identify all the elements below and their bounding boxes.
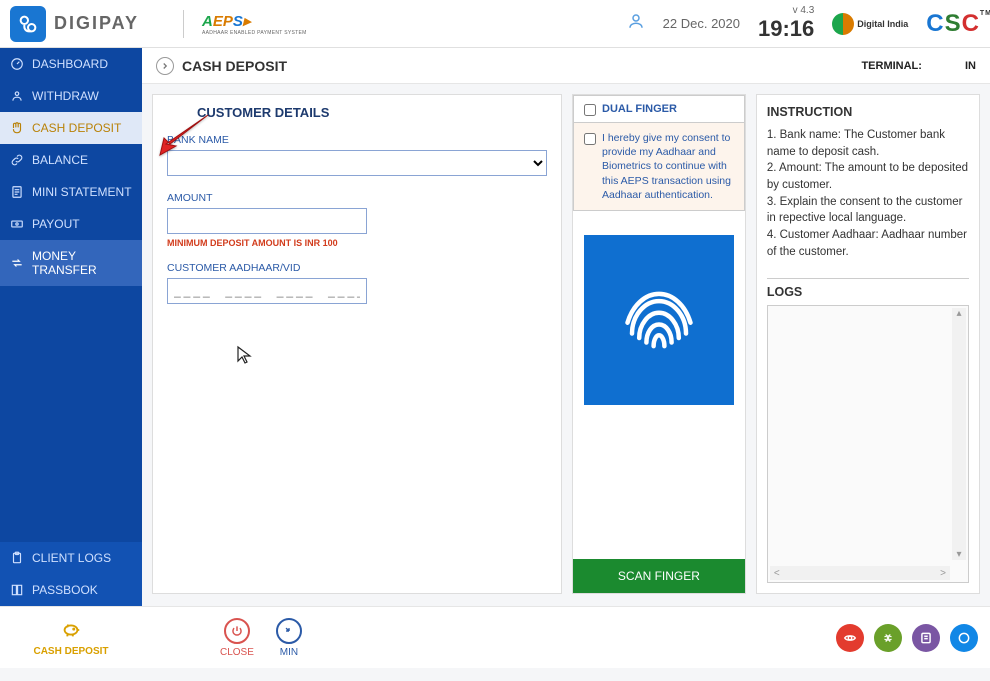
sidebar-item-payout[interactable]: PAYOUT [0, 208, 142, 240]
sidebar-label: PASSBOOK [32, 583, 98, 597]
sidebar-label: WITHDRAW [32, 89, 99, 103]
sidebar-label: MINI STATEMENT [32, 185, 132, 199]
fingerprint-icon [584, 235, 734, 405]
fingerprint-panel: DUAL FINGER I hereby give my consent to … [572, 94, 746, 594]
instruction-body: 1. Bank name: The Customer bank name to … [767, 127, 969, 260]
status-dot-green[interactable] [874, 624, 902, 652]
status-dot-purple[interactable] [912, 624, 940, 652]
link-icon [10, 153, 24, 167]
digital-india-logo: Digital India [832, 13, 908, 35]
sidebar-item-mini-statement[interactable]: MINI STATEMENT [0, 176, 142, 208]
brand-text: DIGIPAY [54, 13, 139, 34]
terminal-info: TERMINAL: IN [861, 60, 976, 72]
sidebar-label: BALANCE [32, 153, 88, 167]
sidebar-label: DASHBOARD [32, 57, 108, 71]
dual-finger-label: DUAL FINGER [602, 103, 677, 115]
sidebar: DASHBOARD WITHDRAW CASH DEPOSIT BALANCE … [0, 48, 142, 606]
bottom-bar: CASH DEPOSIT CLOSE MIN [0, 606, 990, 668]
sidebar-item-client-logs[interactable]: CLIENT LOGS [0, 542, 142, 574]
status-dot-red[interactable] [836, 624, 864, 652]
section-title: CUSTOMER DETAILS [197, 105, 547, 120]
customer-details-panel: CUSTOMER DETAILS BANK NAME AMOUNT MINIMU… [152, 94, 562, 594]
instruction-panel: INSTRUCTION 1. Bank name: The Customer b… [756, 94, 980, 594]
consent-checkbox[interactable] [584, 133, 596, 145]
sidebar-item-balance[interactable]: BALANCE [0, 144, 142, 176]
header-date: 22 Dec. 2020 [663, 16, 740, 31]
minimize-icon [276, 618, 302, 644]
instruction-title: INSTRUCTION [767, 105, 969, 119]
close-button[interactable]: CLOSE [220, 618, 254, 658]
sidebar-label: CLIENT LOGS [32, 551, 111, 565]
user-icon[interactable] [627, 12, 645, 35]
version: v 4.3 [758, 5, 814, 16]
sidebar-item-dashboard[interactable]: DASHBOARD [0, 48, 142, 80]
bank-select[interactable] [167, 150, 547, 176]
header-time: 19:16 [758, 16, 814, 42]
cash-icon [10, 217, 24, 231]
sidebar-item-withdraw[interactable]: WITHDRAW [0, 80, 142, 112]
status-dot-blue[interactable] [950, 624, 978, 652]
user-icon [10, 89, 24, 103]
hand-icon [10, 121, 24, 135]
scrollbar-horizontal[interactable]: <> [770, 566, 950, 580]
sidebar-item-money-transfer[interactable]: MONEY TRANSFER [0, 240, 142, 286]
transfer-icon [10, 256, 24, 270]
logs-title: LOGS [767, 278, 969, 299]
chevron-right-icon [156, 57, 174, 75]
app-header: DIGIPAY AEPS▸ AADHAAR ENABLED PAYMENT SY… [0, 0, 990, 48]
consent-text: I hereby give my consent to provide my A… [602, 131, 734, 202]
app-logo [10, 6, 46, 42]
doc-icon [10, 185, 24, 199]
main-area: CASH DEPOSIT TERMINAL: IN CUSTOMER DETAI… [142, 48, 990, 606]
sidebar-label: MONEY TRANSFER [32, 249, 132, 277]
piggy-icon [58, 619, 84, 644]
csc-logo: CSC TM [926, 10, 980, 38]
amount-label: AMOUNT [167, 192, 547, 204]
sidebar-label: PAYOUT [32, 217, 80, 231]
clipboard-icon [10, 551, 24, 565]
active-module-indicator: CASH DEPOSIT [12, 619, 130, 657]
dual-finger-checkbox[interactable] [584, 104, 596, 116]
gauge-icon [10, 57, 24, 71]
amount-input[interactable] [167, 208, 367, 234]
amount-hint: MINIMUM DEPOSIT AMOUNT IS INR 100 [167, 238, 547, 248]
aadhaar-input[interactable] [167, 278, 367, 304]
aadhaar-label: CUSTOMER AADHAAR/VID [167, 262, 547, 274]
book-icon [10, 583, 24, 597]
scrollbar-vertical[interactable]: ▴▾ [952, 308, 966, 560]
scan-finger-button[interactable]: SCAN FINGER [573, 559, 745, 593]
bank-label: BANK NAME [167, 134, 547, 146]
sidebar-label: CASH DEPOSIT [32, 121, 121, 135]
sidebar-item-passbook[interactable]: PASSBOOK [0, 574, 142, 606]
consent-row[interactable]: I hereby give my consent to provide my A… [573, 123, 745, 211]
logs-box[interactable]: ▴▾ <> [767, 305, 969, 583]
power-icon [224, 618, 250, 644]
page-title: CASH DEPOSIT [182, 58, 287, 74]
minimize-button[interactable]: MIN [276, 618, 302, 658]
sidebar-item-cash-deposit[interactable]: CASH DEPOSIT [0, 112, 142, 144]
dual-finger-row[interactable]: DUAL FINGER [573, 95, 745, 123]
aeps-logo: AEPS▸ AADHAAR ENABLED PAYMENT SYSTEM [169, 10, 307, 38]
page-header: CASH DEPOSIT TERMINAL: IN [142, 48, 990, 84]
